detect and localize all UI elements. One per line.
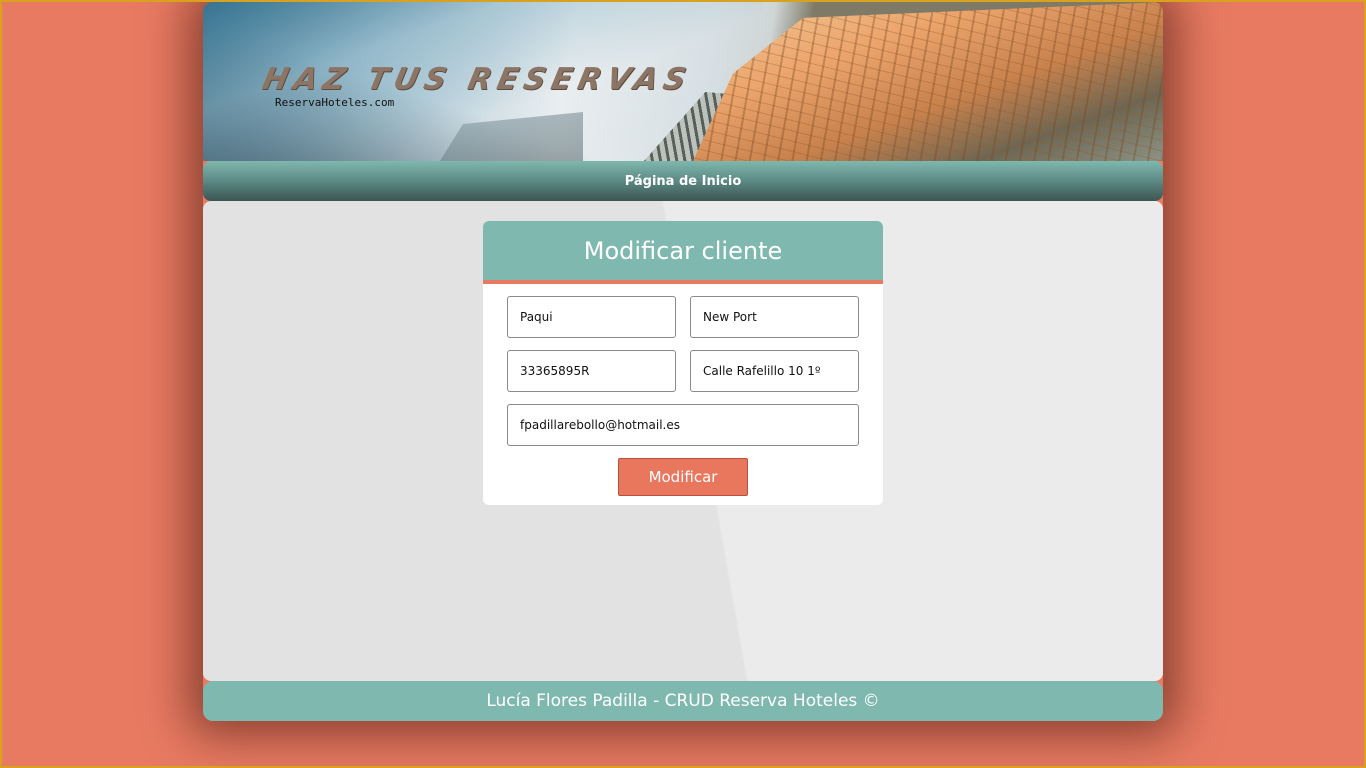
modify-client-form: Modificar cliente Modificar [483, 221, 883, 505]
header-banner: HAZ TUS RESERVAS ReservaHoteles.com [203, 2, 1163, 161]
footer: Lucía Flores Padilla - CRUD Reserva Hote… [203, 681, 1163, 721]
address-input[interactable] [690, 350, 859, 392]
main-content: Modificar cliente Modificar [203, 201, 1163, 681]
form-title: Modificar cliente [583, 236, 783, 265]
dni-input[interactable] [507, 350, 676, 392]
nav-home-link[interactable]: Página de Inicio [625, 174, 742, 189]
form-header: Modificar cliente [483, 221, 883, 284]
banner-subtitle: ReservaHoteles.com [275, 96, 395, 109]
email-input[interactable] [507, 404, 859, 446]
main-nav: Página de Inicio [203, 161, 1163, 201]
modify-button[interactable]: Modificar [618, 458, 748, 496]
city-input[interactable] [690, 296, 859, 338]
name-input[interactable] [507, 296, 676, 338]
footer-text: Lucía Flores Padilla - CRUD Reserva Hote… [486, 691, 880, 711]
banner-title: HAZ TUS RESERVAS [259, 62, 695, 97]
